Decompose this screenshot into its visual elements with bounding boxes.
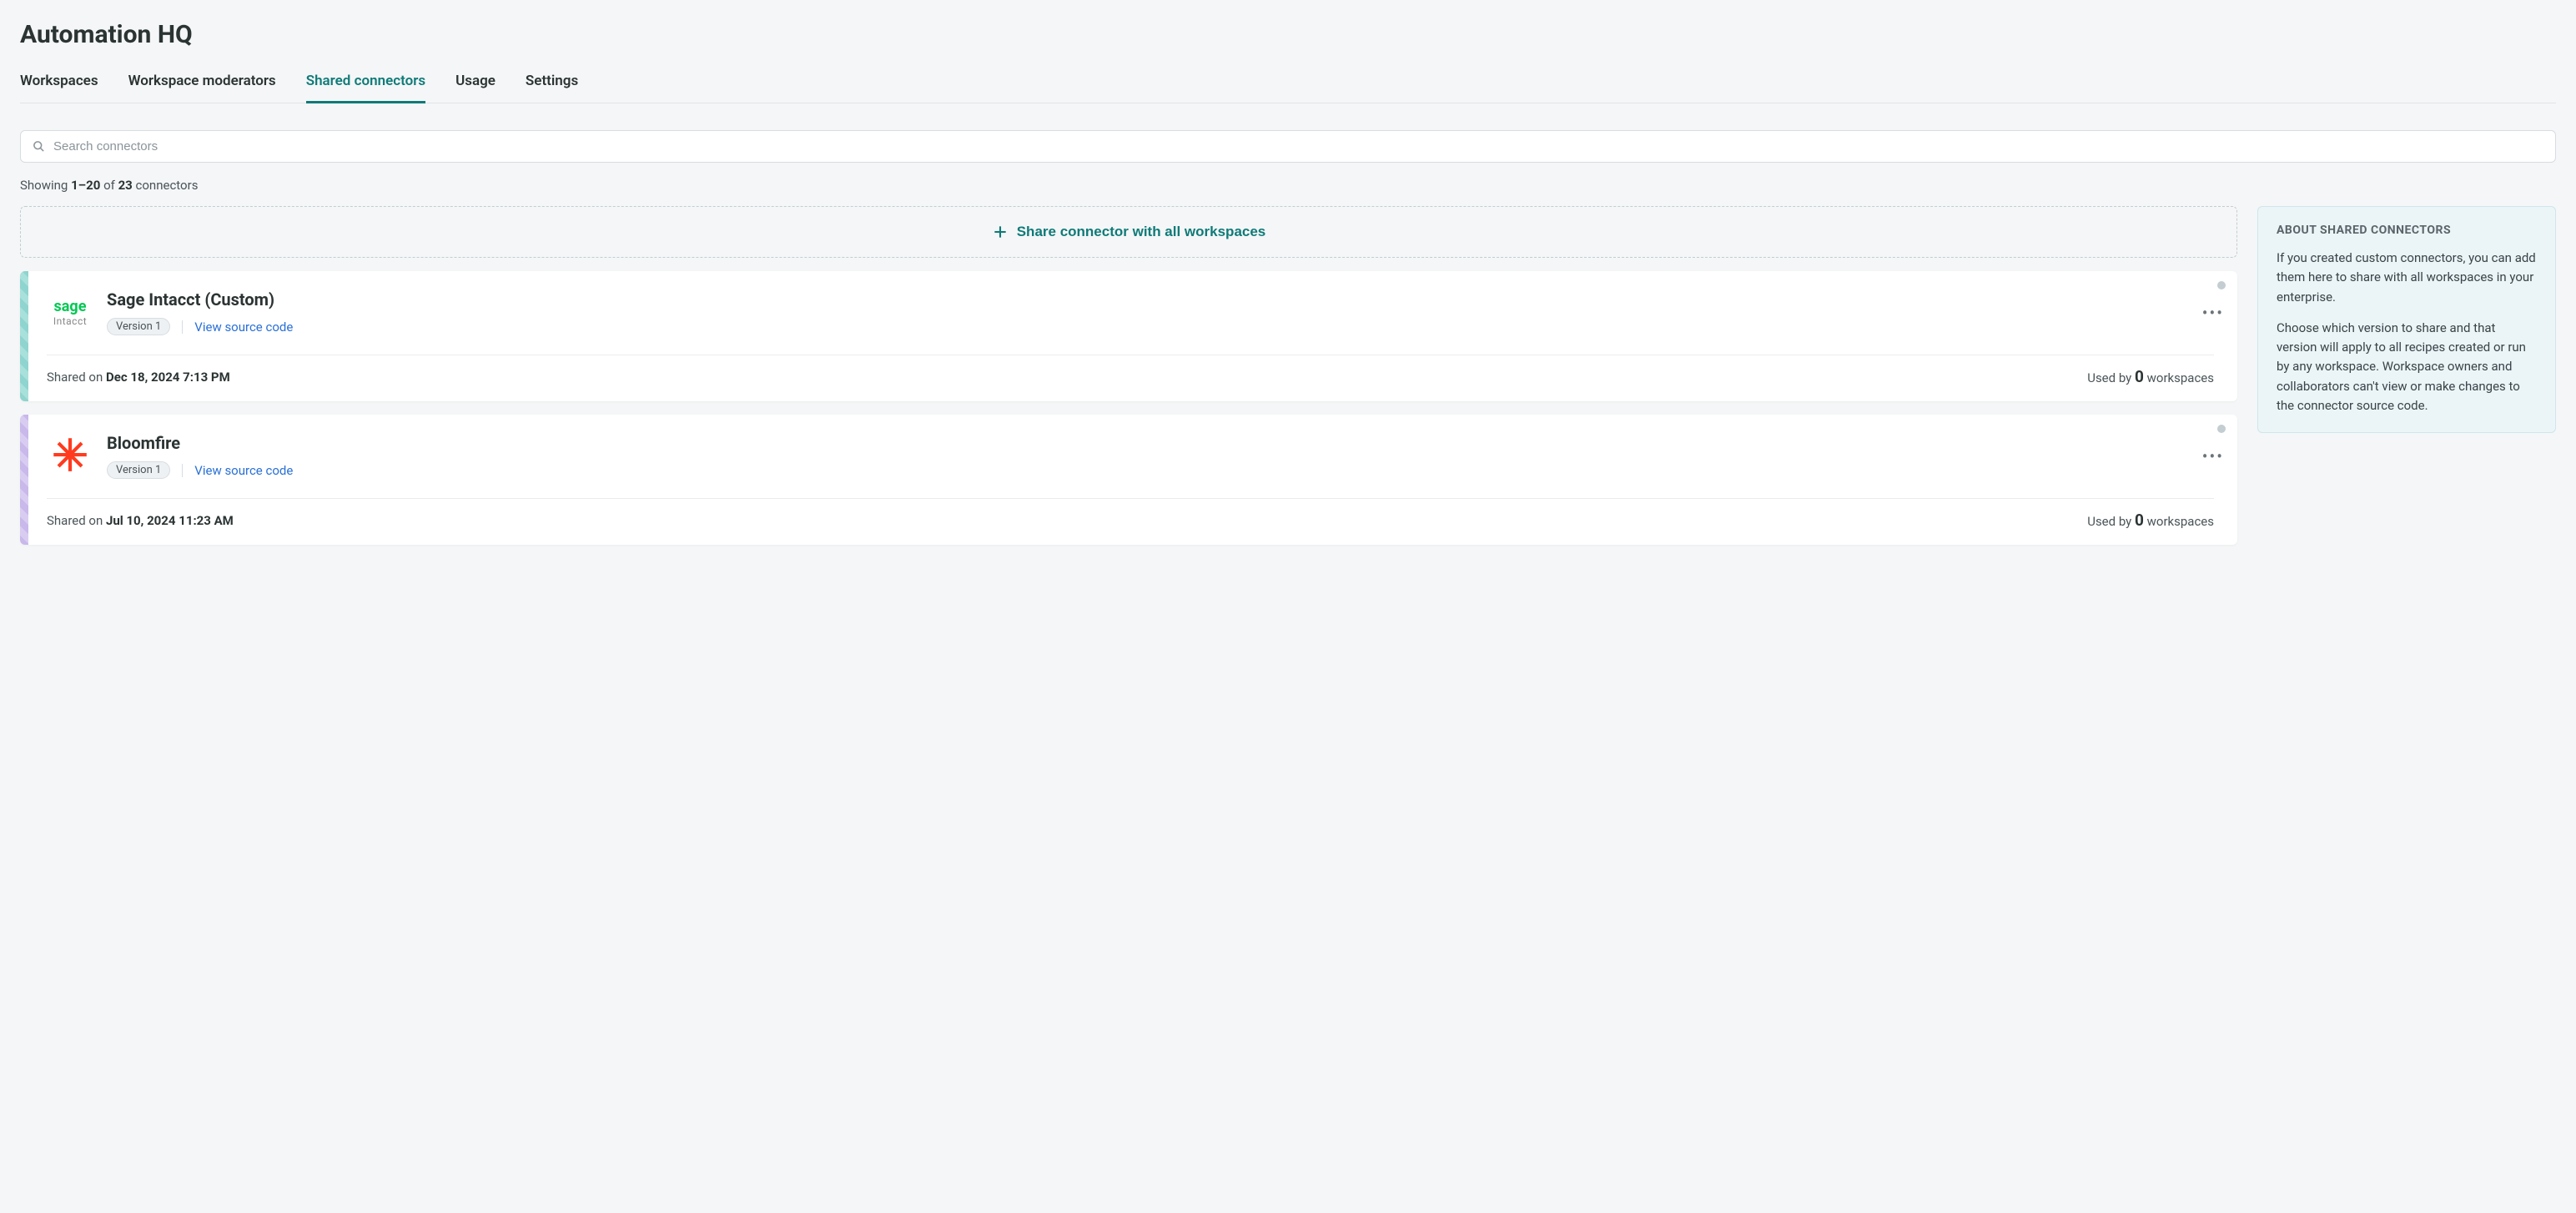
connector-card: ••• ✳ Bloomfire Version 1 View source co… (20, 415, 2237, 545)
divider (182, 320, 183, 334)
info-panel-title: ABOUT SHARED CONNECTORS (2277, 224, 2537, 237)
divider (47, 498, 2214, 499)
search-container (20, 130, 2556, 163)
divider (182, 464, 183, 477)
version-badge: Version 1 (107, 318, 170, 335)
search-input[interactable] (53, 139, 2543, 154)
shared-on-text: Shared on Dec 18, 2024 7:13 PM (47, 370, 230, 385)
connector-title: Bloomfire (107, 433, 293, 453)
tab-shared-connectors[interactable]: Shared connectors (306, 73, 425, 103)
plus-icon (992, 224, 1009, 240)
view-source-link[interactable]: View source code (194, 463, 293, 478)
info-panel-text: Choose which version to share and that v… (2277, 319, 2537, 415)
connector-logo: sageIntacct (47, 289, 93, 336)
tab-workspaces[interactable]: Workspaces (20, 73, 98, 103)
results-count: Showing 1–20 of 23 connectors (20, 178, 2556, 193)
tab-workspace-moderators[interactable]: Workspace moderators (128, 73, 276, 103)
more-actions-button[interactable]: ••• (2197, 299, 2229, 326)
used-by-text: Used by 0 workspaces (2087, 511, 2214, 530)
more-actions-button[interactable]: ••• (2197, 443, 2229, 470)
card-accent-stripe (20, 271, 28, 401)
info-panel: ABOUT SHARED CONNECTORS If you created c… (2257, 206, 2556, 433)
used-by-text: Used by 0 workspaces (2087, 367, 2214, 386)
view-source-link[interactable]: View source code (194, 320, 293, 335)
status-indicator (2217, 425, 2226, 433)
connector-title: Sage Intacct (Custom) (107, 289, 293, 310)
connector-card: ••• sageIntacct Sage Intacct (Custom) Ve… (20, 271, 2237, 401)
version-badge: Version 1 (107, 461, 170, 479)
tab-settings[interactable]: Settings (526, 73, 578, 103)
page-title: Automation HQ (20, 20, 2556, 49)
shared-on-text: Shared on Jul 10, 2024 11:23 AM (47, 513, 234, 528)
connector-logo: ✳ (47, 433, 93, 480)
search-icon (33, 140, 45, 153)
tab-usage[interactable]: Usage (455, 73, 496, 103)
card-accent-stripe (20, 415, 28, 545)
tabs: Workspaces Workspace moderators Shared c… (20, 73, 2556, 103)
share-connector-label: Share connector with all workspaces (1017, 224, 1266, 240)
share-connector-button[interactable]: Share connector with all workspaces (20, 206, 2237, 258)
status-indicator (2217, 281, 2226, 289)
info-panel-text: If you created custom connectors, you ca… (2277, 249, 2537, 307)
